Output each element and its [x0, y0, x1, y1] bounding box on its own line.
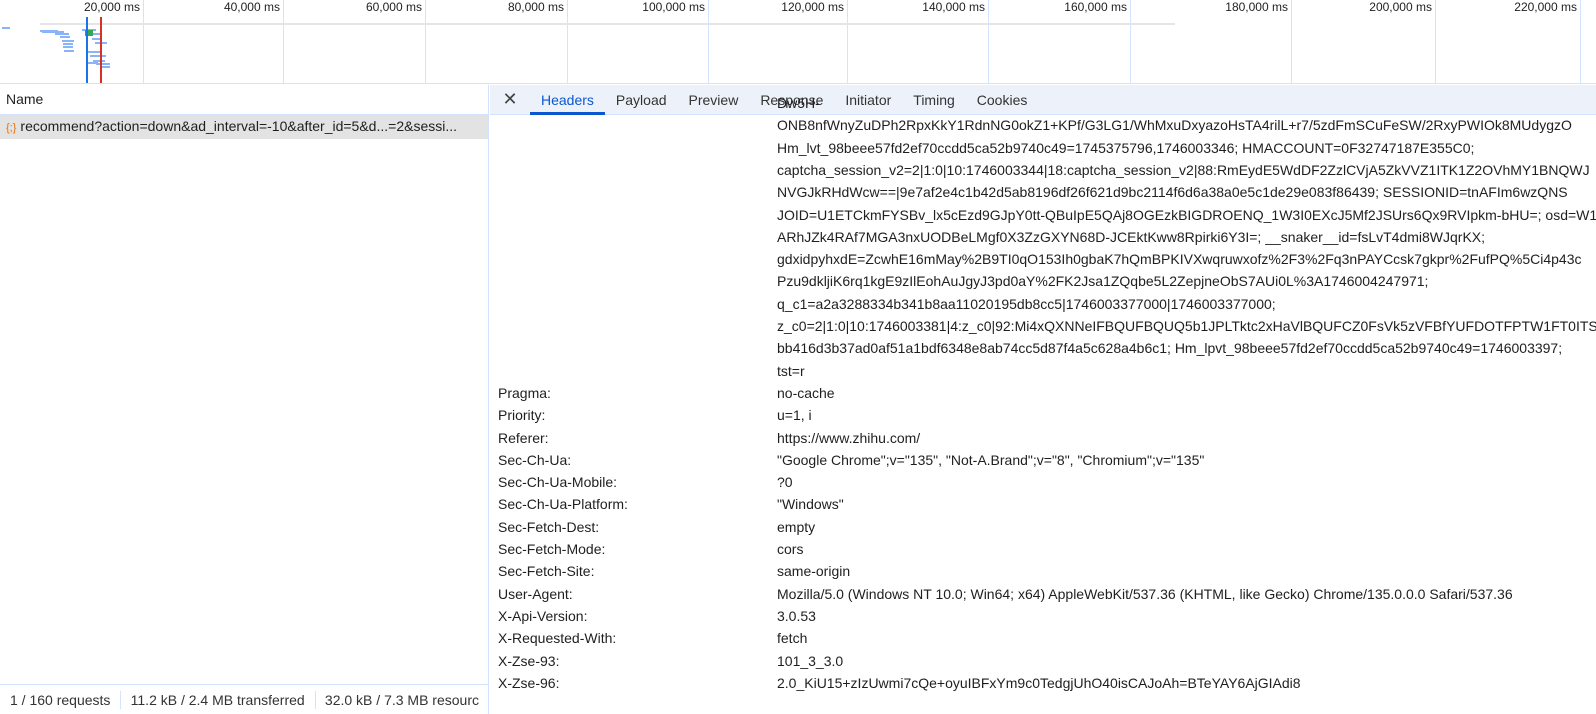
details-tabbar: ✕ Headers Payload Preview Response Initiator… [490, 85, 1596, 115]
timeline-tick-label: 80,000 ms [507, 0, 564, 14]
request-list-panel: Name {;} recommend?action=down&ad_interva… [0, 85, 489, 714]
header-name: Referer: [498, 429, 549, 446]
request-details-panel: ✕ Headers Payload Preview Response Initiator… [490, 85, 1596, 714]
timeline-tick: 220,000 ms [1514, 0, 1581, 83]
header-value: 3.0.53 [777, 607, 816, 624]
timeline-tick-label: 140,000 ms [922, 0, 985, 14]
close-icon[interactable]: ✕ [490, 89, 530, 110]
header-name: Sec-Fetch-Site: [498, 563, 595, 580]
transferred-size: 11.2 kB / 2.4 MB transferred [130, 691, 305, 708]
header-value: fetch [777, 630, 808, 647]
tab-payload[interactable]: Payload [605, 85, 678, 115]
timeline-tick: 100,000 ms [642, 0, 709, 83]
tab-headers[interactable]: Headers [530, 85, 605, 115]
header-name: Sec-Fetch-Dest: [498, 518, 600, 535]
timeline-tick: 20,000 ms [84, 0, 144, 83]
header-name: X-Zse-93: [498, 652, 560, 669]
timeline-tick: 80,000 ms [508, 0, 568, 83]
cookie-value-line: tst=r [777, 362, 805, 379]
header-name: X-Requested-With: [498, 630, 617, 647]
timeline-tick: 40,000 ms [224, 0, 284, 83]
header-value: 101_3_3.0 [777, 652, 844, 669]
name-column-header[interactable]: Name [0, 85, 488, 115]
request-count: 1 / 160 requests [10, 691, 111, 708]
header-name: Sec-Ch-Ua: [498, 451, 572, 468]
dom-content-loaded-marker [86, 17, 88, 83]
cookie-value-line: Pzu9dkljiK6rq1kgE9zIlEohAuJgyJ3pd0aY%2FK… [777, 273, 1429, 290]
header-value: Mozilla/5.0 (Windows NT 10.0; Win64; x64… [777, 585, 1513, 602]
header-name: Sec-Fetch-Mode: [498, 541, 606, 557]
header-value: empty [777, 518, 816, 535]
tab-initiator[interactable]: Initiator [834, 85, 902, 115]
cookie-value-line: captcha_session_v2=2|1:0|10:1746003344|1… [777, 161, 1590, 178]
waterfall-bar [88, 62, 98, 64]
timeline-tick-label: 60,000 ms [365, 0, 422, 14]
timeline-tick-label: 40,000 ms [223, 0, 280, 14]
header-value: ?0 [777, 474, 793, 491]
tab-preview[interactable]: Preview [678, 85, 750, 115]
header-value: 2.0_KiU15+zIzUwmi7cQe+oyuIBFxYm9c0TedgjU… [777, 674, 1301, 691]
cookie-value-line: ARhJZk4RAf7MGA3nxUODBeLMgf0X3ZzGXYN68D-J… [777, 228, 1486, 245]
header-value: no-cache [777, 384, 835, 401]
waterfall-bar [60, 36, 70, 38]
header-name: Sec-Ch-Ua-Platform: [498, 496, 628, 513]
cookie-value-line: JOID=U1ETCkmFYSBv_lx5cEzd9GJpY0tt-QBuIpE… [777, 206, 1596, 223]
header-value: "Windows" [777, 496, 844, 513]
cookie-value-line: z_c0=2|1:0|10:1746003381|4:z_c0|92:Mi4xQ… [777, 318, 1596, 334]
status-bar: 1 / 160 requests 11.2 kB / 2.4 MB transf… [0, 684, 489, 714]
header-name: Priority: [498, 407, 546, 424]
header-value: https://www.zhihu.com/ [777, 429, 921, 446]
timeline-tick: 60,000 ms [366, 0, 426, 83]
timeline-tick-label: 20,000 ms [83, 0, 140, 14]
header-name: Pragma: [498, 384, 551, 401]
waterfall-bar [62, 40, 74, 42]
timeline-tick-label: 120,000 ms [781, 0, 844, 14]
request-name: recommend?action=down&ad_interval=-10&af… [20, 118, 458, 134]
waterfall-bar [63, 43, 73, 45]
timeline-tick-label: 200,000 ms [1369, 0, 1432, 14]
header-name: X-Zse-96: [498, 674, 560, 691]
cookie-value-line: gdxidpyhxdE=ZcwhE16mMay%2B9TI0qO153Ih0gb… [777, 251, 1582, 268]
header-value: "Google Chrome";v="135", "Not-A.Brand";v… [777, 451, 1205, 468]
tab-cookies[interactable]: Cookies [966, 85, 1039, 115]
fetch-icon: {;} [6, 122, 17, 134]
header-name: Sec-Ch-Ua-Mobile: [498, 474, 618, 491]
cookie-value-line: Dw5H- [777, 95, 820, 111]
waterfall-bar [55, 33, 69, 35]
resources-size: 32.0 kB / 7.3 MB resourc [324, 691, 479, 708]
header-value: u=1, i [777, 407, 812, 424]
cookie-value-line: Hm_lvt_98beee57fd2ef70ccdd5ca52b9740c49=… [777, 139, 1475, 156]
cookie-value-line: ONB8nfWnyZuDPh2RpxKkY1RdnNG0okZ1+KPf/G3L… [777, 117, 1572, 134]
timeline-tick: 160,000 ms [1064, 0, 1131, 83]
timeline-tick: 180,000 ms [1225, 0, 1292, 83]
cookie-value-line: q_c1=a2a3288334b341b8aa11020195db8cc5|17… [777, 295, 1276, 312]
cookie-value-line: bb416d3b37ad0af51a1bdf6348e8ab74cc5d87f4… [777, 340, 1563, 357]
timeline-tick-label: 220,000 ms [1514, 0, 1577, 14]
timeline-overview[interactable]: 20,000 ms 40,000 ms 60,000 ms 80,000 ms 100,… [0, 0, 1596, 84]
tab-timing[interactable]: Timing [902, 85, 966, 115]
header-value: cors [777, 541, 804, 557]
waterfall-bar [2, 27, 10, 29]
waterfall-bar [40, 23, 1175, 25]
timeline-tick: 200,000 ms [1369, 0, 1436, 83]
header-name: User-Agent: [498, 585, 573, 602]
load-marker [100, 17, 102, 83]
timeline-tick: 140,000 ms [922, 0, 989, 83]
request-row[interactable]: {;} recommend?action=down&ad_interval=-10… [0, 115, 488, 139]
timeline-tick-label: 160,000 ms [1064, 0, 1127, 14]
timeline-tick-label: 180,000 ms [1225, 0, 1288, 14]
cookie-value-line: NVGJkRHdWcw==|9e7af2e4c1b42d5ab8196df26f… [777, 184, 1568, 201]
timeline-tick-label: 100,000 ms [642, 0, 705, 14]
waterfall-bar [64, 50, 74, 52]
waterfall-bar [90, 55, 106, 57]
header-value: same-origin [777, 563, 851, 580]
waterfall-bar [96, 63, 110, 65]
header-name: X-Api-Version: [498, 607, 588, 624]
waterfall-bar [63, 46, 73, 48]
timeline-tick: 120,000 ms [781, 0, 848, 83]
